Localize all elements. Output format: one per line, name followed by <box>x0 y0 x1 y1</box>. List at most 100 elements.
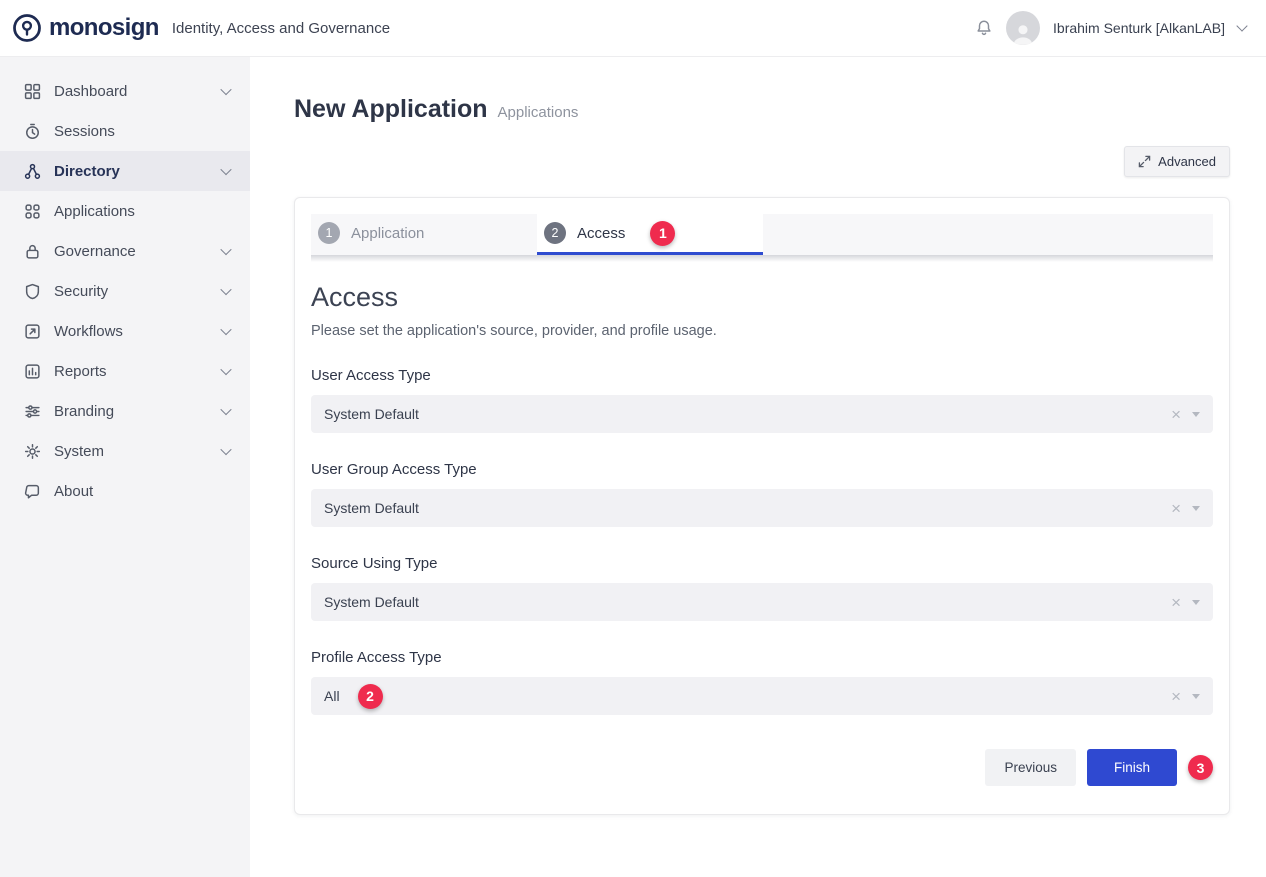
tab-application-label: Application <box>351 225 424 242</box>
clear-icon[interactable]: × <box>1171 688 1181 705</box>
select-value: System Default <box>324 594 419 610</box>
chevron-down-icon <box>220 164 231 175</box>
sidebar-item-sessions[interactable]: Sessions <box>0 111 250 151</box>
caret-down-icon[interactable] <box>1192 694 1200 699</box>
sidebar-item-system[interactable]: System <box>0 431 250 471</box>
advanced-button[interactable]: Advanced <box>1124 146 1230 177</box>
field-label: Profile Access Type <box>311 649 1213 666</box>
sidebar-item-governance[interactable]: Governance <box>0 231 250 271</box>
source-using-type-select[interactable]: System Default × <box>311 583 1213 621</box>
section-heading: Access <box>311 282 1213 313</box>
page-title: New Application <box>294 95 488 124</box>
main-content: New Application Applications Advanced 1 … <box>250 57 1266 877</box>
user-group-access-type-select[interactable]: System Default × <box>311 489 1213 527</box>
sessions-icon <box>24 123 41 140</box>
wizard-tabs: 1 Application 2 Access 1 <box>311 214 1213 255</box>
system-gear-icon <box>24 443 41 460</box>
sidebar-item-label: Governance <box>54 243 136 260</box>
user-avatar[interactable] <box>1006 11 1040 45</box>
chevron-down-icon <box>220 244 231 255</box>
sidebar-item-branding[interactable]: Branding <box>0 391 250 431</box>
sidebar-item-directory[interactable]: Directory <box>0 151 250 191</box>
tab-access[interactable]: 2 Access 1 <box>537 214 763 255</box>
branding-sliders-icon <box>24 403 41 420</box>
step-1-circle: 1 <box>318 222 340 244</box>
clear-icon[interactable]: × <box>1171 594 1181 611</box>
access-step-body: Access Please set the application's sour… <box>311 282 1213 786</box>
top-header: monosign Identity, Access and Governance… <box>0 0 1266 57</box>
sidebar-item-about[interactable]: About <box>0 471 250 511</box>
sidebar-item-security[interactable]: Security <box>0 271 250 311</box>
annotation-badge-3: 3 <box>1188 755 1213 780</box>
sidebar-item-label: Directory <box>54 163 120 180</box>
chevron-down-icon <box>220 324 231 335</box>
sidebar-item-label: Reports <box>54 363 107 380</box>
reports-chart-icon <box>24 363 41 380</box>
finish-button[interactable]: Finish <box>1087 749 1177 786</box>
sidebar-item-label: Branding <box>54 403 114 420</box>
field-user-access-type: User Access Type System Default × <box>311 367 1213 433</box>
caret-down-icon[interactable] <box>1192 506 1200 511</box>
chevron-down-icon <box>220 284 231 295</box>
sidebar-item-reports[interactable]: Reports <box>0 351 250 391</box>
caret-down-icon[interactable] <box>1192 600 1200 605</box>
previous-button[interactable]: Previous <box>985 749 1076 786</box>
advanced-button-label: Advanced <box>1158 154 1216 169</box>
sidebar-item-label: System <box>54 443 104 460</box>
brand-name: monosign <box>49 14 159 42</box>
chevron-down-icon <box>220 84 231 95</box>
notifications-bell-icon[interactable] <box>975 19 993 37</box>
user-name[interactable]: Ibrahim Senturk [AlkanLAB] <box>1053 20 1225 36</box>
field-user-group-access-type: User Group Access Type System Default × <box>311 461 1213 527</box>
field-source-using-type: Source Using Type System Default × <box>311 555 1213 621</box>
sidebar-item-label: Sessions <box>54 123 115 140</box>
profile-access-type-select[interactable]: All 2 × <box>311 677 1213 715</box>
select-value: System Default <box>324 406 419 422</box>
section-description: Please set the application's source, pro… <box>311 323 1213 339</box>
toolbar-row: Advanced <box>294 146 1230 177</box>
sidebar-item-label: About <box>54 483 93 500</box>
tabs-filler <box>763 214 1213 255</box>
applications-icon <box>24 203 41 220</box>
chevron-down-icon <box>220 404 231 415</box>
sidebar-item-label: Applications <box>54 203 135 220</box>
brand-tagline: Identity, Access and Governance <box>172 20 390 37</box>
chevron-down-icon <box>220 364 231 375</box>
field-label: User Access Type <box>311 367 1213 384</box>
select-value: System Default <box>324 500 419 516</box>
tab-access-label: Access <box>577 225 625 242</box>
user-access-type-select[interactable]: System Default × <box>311 395 1213 433</box>
sidebar-item-applications[interactable]: Applications <box>0 191 250 231</box>
app-root: monosign Identity, Access and Governance… <box>0 0 1266 877</box>
about-chat-icon <box>24 483 41 500</box>
workflows-icon <box>24 323 41 340</box>
field-label: User Group Access Type <box>311 461 1213 478</box>
directory-icon <box>24 163 41 180</box>
field-profile-access-type: Profile Access Type All 2 × <box>311 649 1213 715</box>
header-right: Ibrahim Senturk [AlkanLAB] <box>975 11 1246 45</box>
caret-down-icon[interactable] <box>1192 412 1200 417</box>
sidebar-item-label: Dashboard <box>54 83 127 100</box>
sidebar-item-label: Workflows <box>54 323 123 340</box>
sidebar-item-workflows[interactable]: Workflows <box>0 311 250 351</box>
annotation-badge-1: 1 <box>650 221 675 246</box>
dashboard-icon <box>24 83 41 100</box>
governance-lock-icon <box>24 243 41 260</box>
sidebar-item-dashboard[interactable]: Dashboard <box>0 71 250 111</box>
annotation-badge-2: 2 <box>358 684 383 709</box>
clear-icon[interactable]: × <box>1171 500 1181 517</box>
security-shield-icon <box>24 283 41 300</box>
field-label: Source Using Type <box>311 555 1213 572</box>
chevron-down-icon <box>220 444 231 455</box>
select-value: All <box>324 688 340 704</box>
wizard-card: 1 Application 2 Access 1 Access Please s… <box>294 197 1230 815</box>
tabs-shadow <box>311 255 1213 262</box>
user-menu-chevron-icon[interactable] <box>1236 20 1247 31</box>
expand-icon <box>1138 155 1151 168</box>
brand[interactable]: monosign <box>12 13 159 43</box>
monosign-logo-icon <box>12 13 42 43</box>
step-2-circle: 2 <box>544 222 566 244</box>
tab-application[interactable]: 1 Application <box>311 214 537 255</box>
actions-row: Previous Finish 3 <box>311 749 1213 786</box>
clear-icon[interactable]: × <box>1171 406 1181 423</box>
